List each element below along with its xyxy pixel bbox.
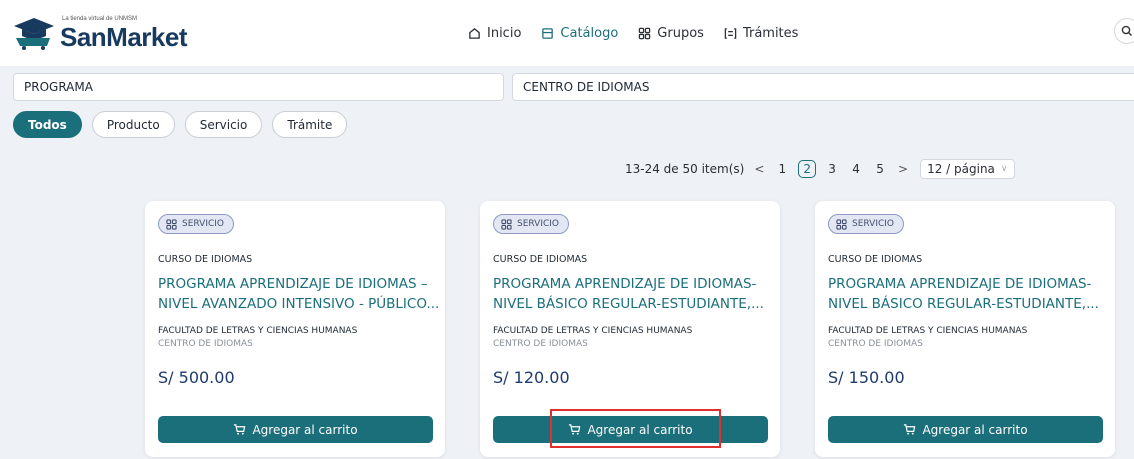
add-to-cart-label: Agregar al carrito (922, 422, 1028, 437)
card-title[interactable]: PROGRAMA APRENDIZAJE DE IDIOMAS- NIVEL B… (493, 274, 773, 314)
nav-tramites[interactable]: Trámites (724, 22, 799, 44)
page-3[interactable]: 3 (824, 162, 840, 176)
cart-icon (904, 424, 916, 435)
card-price: S/ 120.00 (493, 368, 570, 387)
badge-label: SERVICIO (517, 219, 559, 229)
nav-inicio[interactable]: Inicio (468, 22, 521, 44)
card-faculty: FACULTAD DE LETRAS Y CIENCIAS HUMANAS (493, 326, 693, 336)
card-title-line1: PROGRAMA APRENDIZAJE DE IDIOMAS- (493, 276, 757, 292)
pagination-summary: 13-24 de 50 item(s) (625, 162, 745, 176)
pill-servicio[interactable]: Servicio (184, 111, 263, 138)
card-title-line2: NIVEL BÁSICO REGULAR-ESTUDIANTE,... (828, 296, 1099, 312)
pill-tramite[interactable]: Trámite (272, 111, 348, 138)
service-badge: SERVICIO (158, 214, 234, 234)
add-to-cart-button[interactable]: Agregar al carrito (828, 416, 1103, 443)
product-card[interactable]: SERVICIO CURSO DE IDIOMAS PROGRAMA APREN… (145, 201, 445, 457)
card-faculty: FACULTAD DE LETRAS Y CIENCIAS HUMANAS (158, 326, 358, 336)
card-title-line2: NIVEL BÁSICO REGULAR-ESTUDIANTE,... (493, 296, 764, 312)
badge-label: SERVICIO (852, 219, 894, 229)
grid-icon (639, 27, 651, 39)
product-card[interactable]: SERVICIO CURSO DE IDIOMAS PROGRAMA APREN… (480, 201, 780, 457)
main-nav: Inicio Catálogo Grupos Trámites (468, 22, 798, 44)
type-filter-pills: Todos Producto Servicio Trámite (13, 111, 348, 138)
card-category: CURSO DE IDIOMAS (158, 254, 253, 265)
page-2-current[interactable]: 2 (798, 160, 817, 178)
list-icon (724, 27, 737, 39)
card-category: CURSO DE IDIOMAS (493, 254, 588, 265)
page-5[interactable]: 5 (872, 162, 888, 176)
card-title-line1: PROGRAMA APRENDIZAJE DE IDIOMAS- (828, 276, 1092, 292)
graduation-cart-icon (14, 18, 54, 50)
chevron-down-icon: ∨ (1000, 164, 1008, 174)
page-1[interactable]: 1 (774, 162, 790, 176)
nav-catalogo-label: Catálogo (560, 25, 619, 41)
pill-todos[interactable]: Todos (13, 111, 82, 138)
top-header: La tienda virtual de UNMSM SanMarket Ini… (0, 0, 1134, 66)
nav-inicio-label: Inicio (487, 25, 522, 41)
catalog-icon (542, 27, 554, 39)
grid-icon (501, 218, 512, 230)
grid-icon (166, 218, 177, 230)
nav-grupos[interactable]: Grupos (638, 22, 704, 44)
nav-tramites-label: Trámites (742, 25, 799, 41)
logo-name: SanMarket (60, 22, 188, 52)
product-card[interactable]: SERVICIO CURSO DE IDIOMAS PROGRAMA APREN… (815, 201, 1115, 457)
card-center: CENTRO DE IDIOMAS (158, 339, 253, 349)
add-to-cart-label: Agregar al carrito (587, 422, 693, 437)
card-category: CURSO DE IDIOMAS (828, 254, 923, 265)
card-title-line1: PROGRAMA APRENDIZAJE DE IDIOMAS – (158, 276, 428, 292)
card-title[interactable]: PROGRAMA APRENDIZAJE DE IDIOMAS – NIVEL … (158, 274, 438, 314)
home-icon (469, 27, 480, 39)
pill-producto[interactable]: Producto (91, 111, 175, 138)
next-page-icon[interactable]: > (896, 162, 910, 176)
add-to-cart-button[interactable]: Agregar al carrito (493, 416, 768, 443)
cart-icon (234, 424, 246, 435)
page-4[interactable]: 4 (848, 162, 864, 176)
nav-grupos-label: Grupos (657, 25, 704, 41)
card-center: CENTRO DE IDIOMAS (493, 339, 588, 349)
search-button[interactable] (1114, 18, 1134, 44)
badge-label: SERVICIO (182, 219, 224, 229)
service-badge: SERVICIO (828, 214, 904, 234)
card-price: S/ 500.00 (158, 368, 235, 387)
add-to-cart-button[interactable]: Agregar al carrito (158, 416, 433, 443)
card-center: CENTRO DE IDIOMAS (828, 339, 923, 349)
cart-icon (569, 424, 581, 435)
program-filter-input[interactable]: PROGRAMA (13, 73, 504, 101)
sanmarket-logo[interactable]: La tienda virtual de UNMSM SanMarket (12, 10, 197, 56)
card-title-line2: NIVEL AVANZADO INTENSIVO - PÚBLICO... (158, 296, 438, 312)
search-icon (1121, 25, 1132, 36)
nav-catalogo[interactable]: Catálogo (541, 22, 618, 44)
service-badge: SERVICIO (493, 214, 569, 234)
prev-page-icon[interactable]: < (752, 162, 766, 176)
add-to-cart-label: Agregar al carrito (252, 422, 358, 437)
card-price: S/ 150.00 (828, 368, 905, 387)
card-faculty: FACULTAD DE LETRAS Y CIENCIAS HUMANAS (828, 326, 1028, 336)
page-size-value: 12 / página (927, 162, 995, 176)
center-filter-input[interactable]: CENTRO DE IDIOMAS (512, 73, 1134, 101)
page-size-select[interactable]: 12 / página ∨ (920, 159, 1015, 179)
card-title[interactable]: PROGRAMA APRENDIZAJE DE IDIOMAS- NIVEL B… (828, 274, 1108, 314)
pagination: 13-24 de 50 item(s) < 1 2 3 4 5 > 12 / p… (625, 157, 1015, 181)
grid-icon (836, 218, 847, 230)
